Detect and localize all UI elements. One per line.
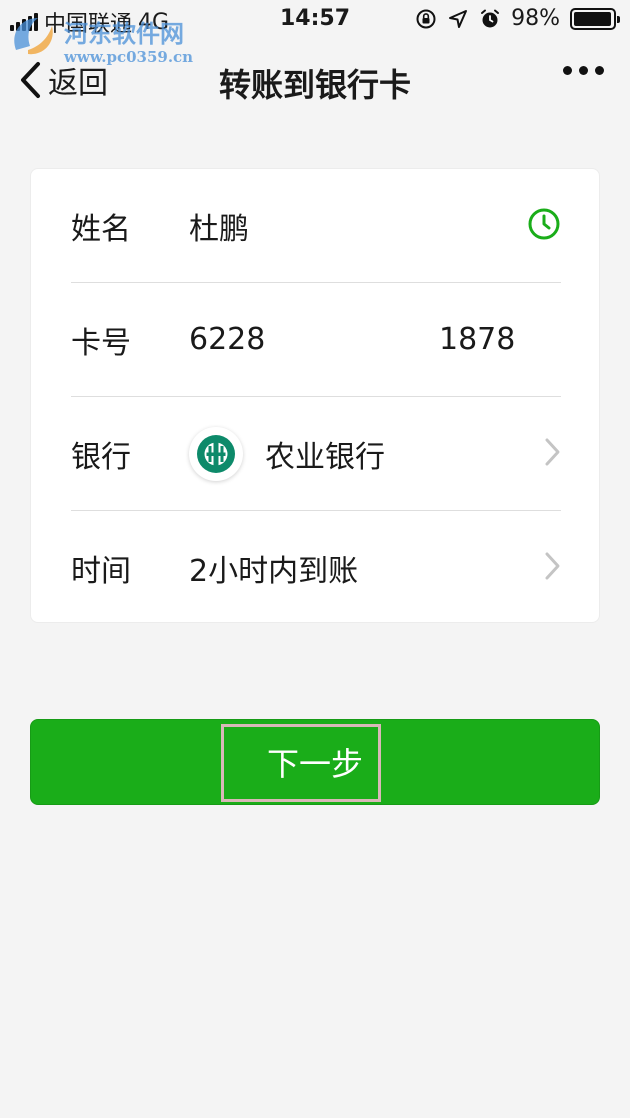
bank-label: 银行 (71, 439, 131, 475)
arrival-time-value: 2小时内到账 (189, 553, 359, 589)
next-step-label: 下一步 (266, 745, 363, 783)
bank-row[interactable]: 银行 农业银行 (71, 396, 561, 510)
chevron-right-icon (545, 552, 560, 579)
name-value[interactable]: 杜鹏 (189, 204, 249, 248)
name-label: 姓名 (71, 212, 131, 247)
card-number-row: 卡号 6228 1878 (71, 282, 561, 396)
card-number-suffix[interactable]: 1878 (439, 322, 515, 357)
location-arrow-icon (449, 9, 468, 28)
more-button[interactable] (563, 66, 604, 75)
battery-icon (570, 7, 620, 30)
page-title: 转账到银行卡 (218, 66, 411, 104)
time-chevron (543, 551, 561, 585)
more-dot-icon (579, 66, 588, 75)
rotation-lock-icon (416, 9, 436, 28)
name-row: 姓名 杜鹏 (71, 169, 561, 283)
alarm-icon (481, 9, 500, 27)
card-number-prefix[interactable]: 6228 (189, 322, 439, 357)
next-step-button[interactable]: 下一步 (30, 719, 600, 805)
bank-value: 农业银行 (265, 439, 385, 475)
bank-chevron (543, 437, 561, 471)
battery-percent: 98% (511, 6, 560, 31)
history-button[interactable] (527, 207, 561, 245)
arrival-time-row[interactable]: 时间 2小时内到账 (71, 510, 561, 624)
chevron-right-icon (545, 438, 560, 465)
arrival-time-label: 时间 (71, 553, 131, 589)
nav-bar: 返回 转账到银行卡 (0, 44, 630, 120)
card-number-label: 卡号 (71, 325, 131, 361)
battery-fill (574, 11, 612, 26)
more-dot-icon (563, 66, 572, 75)
bank-logo (189, 426, 243, 481)
abc-bank-logo-icon (197, 434, 235, 473)
clock-icon (528, 208, 560, 240)
transfer-form-card: 姓名 杜鹏 卡号 6228 1878 银行 农业银行 时间 2小时内到账 (30, 168, 600, 623)
more-dot-icon (595, 66, 604, 75)
status-right: 98% (415, 6, 620, 31)
